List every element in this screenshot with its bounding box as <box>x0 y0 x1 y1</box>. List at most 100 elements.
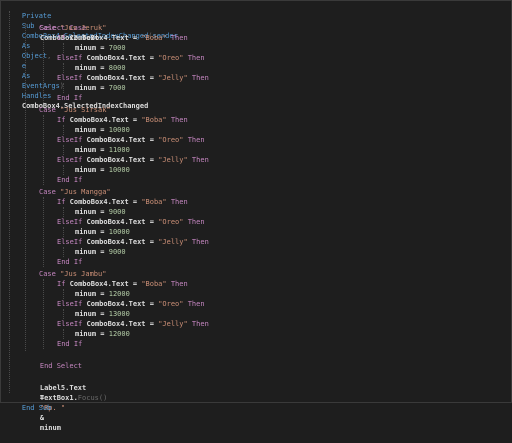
option-string: "Boba" <box>141 116 167 124</box>
code-line-assign[interactable]: minum = 11000 <box>75 145 130 155</box>
code-line-branch[interactable]: If ComboBox4.Text = "Boba" Then <box>57 279 188 289</box>
indent-guide <box>43 33 44 103</box>
eq-op: = <box>149 156 154 164</box>
kw-case: Case <box>39 270 56 278</box>
price-value: 7000 <box>108 44 126 52</box>
code-line-assign[interactable]: minum = 7000 <box>75 83 126 93</box>
indent-guide <box>63 329 64 339</box>
indent-guide <box>63 145 64 155</box>
indent-guide <box>63 289 64 299</box>
eq-op: = <box>149 320 154 328</box>
indent-guide <box>63 83 64 93</box>
option-string: "Boba" <box>141 34 167 42</box>
eq-op: = <box>132 116 138 124</box>
branch-combo: ComboBox4.Text <box>86 156 146 164</box>
code-line-assign[interactable]: minum = 9000 <box>75 207 126 217</box>
code-line-branch[interactable]: If ComboBox4.Text = "Boba" Then <box>57 197 188 207</box>
kw-elseif: ElseIf <box>57 156 83 164</box>
code-line-case[interactable]: Case "Jus Mangga" <box>39 187 111 197</box>
code-editor[interactable]: Private Sub ComboBox4_SelectedIndexChang… <box>0 0 512 432</box>
assign-op: = <box>100 228 105 236</box>
assign-op: = <box>100 126 105 134</box>
option-string: "Jelly" <box>158 320 188 328</box>
code-line-branch[interactable]: If ComboBox4.Text = "Boba" Then <box>57 33 188 43</box>
code-line-assign[interactable]: minum = 7000 <box>75 43 126 53</box>
kw-end-if: End If <box>57 258 83 266</box>
price-value: 9000 <box>108 208 126 216</box>
option-string: "Oreo" <box>158 136 184 144</box>
code-line-branch[interactable]: ElseIf ComboBox4.Text = "Oreo" Then <box>57 53 205 63</box>
indent-guide <box>63 207 64 217</box>
code-line-assign[interactable]: minum = 12000 <box>75 289 130 299</box>
assign-var: minum <box>75 84 97 92</box>
option-string: "Oreo" <box>158 54 184 62</box>
option-string: "Oreo" <box>158 300 184 308</box>
indent-guide <box>9 11 10 393</box>
price-value: 9000 <box>108 248 126 256</box>
assign-var: minum <box>75 290 97 298</box>
kw-end-select: End Select <box>39 362 83 370</box>
code-line-assign[interactable]: minum = 9000 <box>75 247 126 257</box>
code-line-endif[interactable]: End If <box>57 93 82 103</box>
price-value: 10000 <box>108 166 130 174</box>
option-string: "Jelly" <box>158 74 188 82</box>
code-line-endif[interactable]: End If <box>57 339 82 349</box>
code-line-endif[interactable]: End If <box>57 257 82 267</box>
kw-end-if: End If <box>57 340 83 348</box>
code-line-branch[interactable]: ElseIf ComboBox4.Text = "Jelly" Then <box>57 237 209 247</box>
code-line-assign[interactable]: minum = 10000 <box>75 165 130 175</box>
code-line-label[interactable]: Label5.Text = "Rp. " & minum <box>23 373 86 432</box>
eq-op: = <box>132 198 138 206</box>
code-line-branch[interactable]: ElseIf ComboBox4.Text = "Jelly" Then <box>57 73 209 83</box>
branch-combo: ComboBox4.Text <box>69 198 129 206</box>
option-string: "Jelly" <box>158 156 188 164</box>
code-line-branch[interactable]: ElseIf ComboBox4.Text = "Oreo" Then <box>57 135 205 145</box>
kw-then: Then <box>187 218 205 226</box>
price-value: 10000 <box>108 228 130 236</box>
kw-if: If <box>57 34 66 42</box>
option-string: "Boba" <box>141 280 167 288</box>
kw-then: Then <box>187 300 205 308</box>
code-line-sub-header[interactable]: Private Sub ComboBox4_SelectedIndexChang… <box>5 1 178 110</box>
branch-combo: ComboBox4.Text <box>86 238 146 246</box>
kw-then: Then <box>191 156 209 164</box>
code-line-case[interactable]: Case "Jus Jeruk" <box>39 23 106 33</box>
concat-op: & <box>39 414 45 422</box>
indent-guide <box>63 125 64 135</box>
focus-method: Focus() <box>77 394 108 402</box>
kw-case: Case <box>39 188 56 196</box>
price-value: 8000 <box>108 64 126 72</box>
assign-op: = <box>100 84 105 92</box>
case-value: "Jus Sirsak" <box>60 106 111 114</box>
code-line-branch[interactable]: If ComboBox4.Text = "Boba" Then <box>57 115 188 125</box>
kw-elseif: ElseIf <box>57 54 83 62</box>
code-line-assign[interactable]: minum = 8000 <box>75 63 126 73</box>
code-line-branch[interactable]: ElseIf ComboBox4.Text = "Jelly" Then <box>57 155 209 165</box>
option-string: "Boba" <box>141 198 167 206</box>
kw-elseif: ElseIf <box>57 136 83 144</box>
code-line-case[interactable]: Case "Jus Jambu" <box>39 269 106 279</box>
branch-combo: ComboBox4.Text <box>86 218 146 226</box>
code-line-endif[interactable]: End If <box>57 175 82 185</box>
assign-op: = <box>100 290 105 298</box>
eq-op: = <box>149 136 154 144</box>
code-line-case[interactable]: Case "Jus Sirsak" <box>39 105 111 115</box>
code-line-branch[interactable]: ElseIf ComboBox4.Text = "Oreo" Then <box>57 299 205 309</box>
code-line-branch[interactable]: ElseIf ComboBox4.Text = "Oreo" Then <box>57 217 205 227</box>
eq-op: = <box>149 300 154 308</box>
code-line-select[interactable]: Select Case ComboBox2.Text <box>23 13 99 42</box>
assign-var: minum <box>75 126 97 134</box>
code-line-assign[interactable]: minum = 10000 <box>75 125 130 135</box>
kw-elseif: ElseIf <box>57 300 83 308</box>
code-line-end-select[interactable]: End Select <box>23 351 82 370</box>
code-line-assign[interactable]: minum = 13000 <box>75 309 130 319</box>
type-eventargs: EventArgs <box>21 82 60 90</box>
indent-guide <box>43 197 44 267</box>
code-line-assign[interactable]: minum = 12000 <box>75 329 130 339</box>
code-line-assign[interactable]: minum = 10000 <box>75 227 130 237</box>
code-line-end-sub[interactable]: End Sub <box>5 393 52 412</box>
code-line-branch[interactable]: ElseIf ComboBox4.Text = "Jelly" Then <box>57 319 209 329</box>
code-line-focus[interactable]: TextBox1.Focus() <box>23 383 107 402</box>
kw-case: Case <box>39 24 56 32</box>
indent-guide <box>25 23 26 351</box>
